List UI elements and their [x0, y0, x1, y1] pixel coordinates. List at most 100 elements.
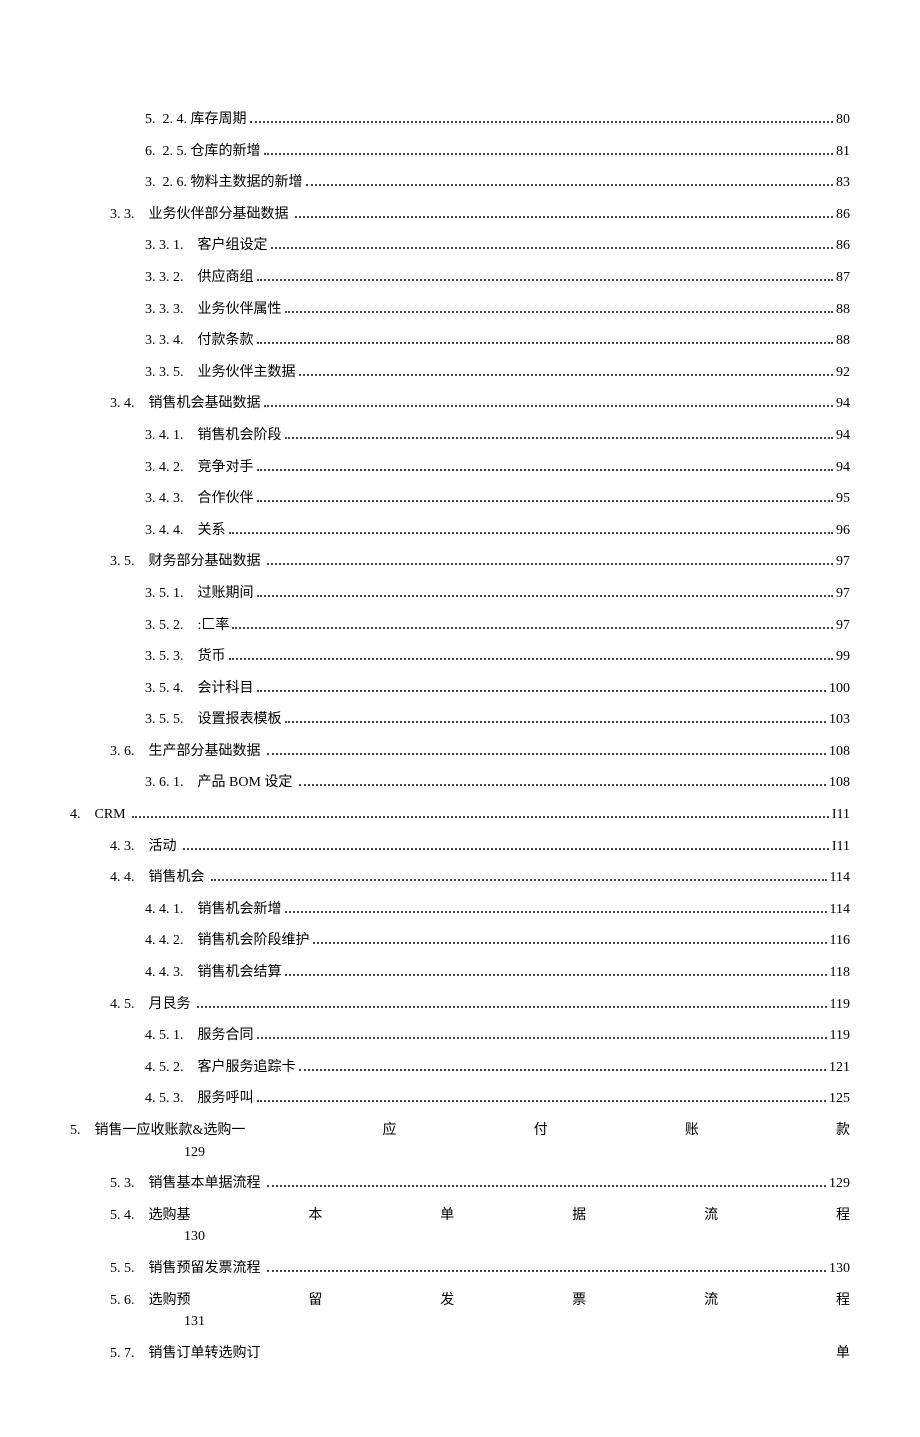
toc-page-number: 121	[829, 1058, 850, 1078]
toc-entry: 3. 3. 业务伙伴部分基础数据 86	[110, 205, 850, 225]
toc-page-number: 80	[836, 110, 850, 130]
toc-entry: 5. 3. 销售基本单据流程 129	[110, 1174, 850, 1194]
toc-entry-justified-line: 5. 销售一应收账款&选购一应付账款	[70, 1121, 850, 1141]
toc-entry-segment: 发	[440, 1291, 454, 1311]
toc-entry: 4. 4. 3. 销售机会结算118	[145, 963, 850, 983]
toc-dots	[232, 618, 833, 628]
toc-entry: 4. 5. 1. 服务合同 119	[145, 1026, 850, 1046]
toc-page-number: 81	[836, 142, 850, 162]
toc-entry-segment: 应	[383, 1121, 397, 1141]
toc-dots	[183, 839, 829, 849]
toc-page-number: 103	[829, 710, 850, 730]
toc-page-number: 119	[830, 1026, 850, 1046]
toc-entry-segment: 付	[534, 1121, 548, 1141]
toc-entry: 3. 3. 4. 付款条款88	[145, 331, 850, 351]
toc-entry: 3. 3. 5. 业务伙伴主数据92	[145, 363, 850, 383]
toc-entry: 4. 4. 1. 销售机会新增114	[145, 900, 850, 920]
toc-entry: 5. 2. 4. 库存周期 80	[145, 110, 850, 130]
toc-page-number: 96	[836, 521, 850, 541]
toc-entry-segment: 5. 7. 销售订单转选购订	[110, 1344, 261, 1364]
toc-entry-label: 4. 5. 1. 服务合同	[145, 1026, 254, 1046]
toc-dots	[132, 808, 829, 818]
toc-page-number: 129	[829, 1174, 850, 1194]
toc-entry-segment: 流	[704, 1291, 718, 1311]
toc-dots	[264, 144, 834, 154]
toc-dots	[257, 587, 834, 597]
toc-entry: 3. 5. 1. 过账期间97	[145, 584, 850, 604]
toc-entry-label: 4. 5. 3. 服务呼叫	[145, 1089, 254, 1109]
toc-page-number: 125	[829, 1089, 850, 1109]
toc-page-number: I11	[832, 837, 850, 857]
toc-entry-label: 3. 6. 生产部分基础数据	[110, 742, 264, 762]
toc-dots	[257, 1092, 827, 1102]
toc-page-number: 95	[836, 489, 850, 509]
toc-dots	[295, 207, 833, 217]
toc-page-number: 114	[830, 868, 850, 888]
toc-page-number: 100	[829, 679, 850, 699]
toc-page-number: 92	[836, 363, 850, 383]
toc-dots	[267, 555, 833, 565]
toc-dots	[229, 523, 834, 533]
toc-page-number: 108	[829, 773, 850, 793]
toc-entry: 3. 5. 4. 会计科目 100	[145, 679, 850, 699]
toc-dots	[250, 113, 834, 123]
toc-entry-continuation-number: 129	[184, 1143, 850, 1163]
toc-entry-segment: 票	[572, 1291, 586, 1311]
toc-entry: 4. 5. 3. 服务呼叫 125	[145, 1089, 850, 1109]
toc-entry-label: 3. 3. 业务伙伴部分基础数据	[110, 205, 292, 225]
toc-entry-label: 3. 5. 财务部分基础数据	[110, 552, 264, 572]
toc-dots	[271, 239, 834, 249]
toc-entry-justified-line: 5. 7. 销售订单转选购订 单	[110, 1344, 850, 1364]
toc-entry-segment: 流	[704, 1206, 718, 1226]
toc-entry: 3. 6. 1. 产品 BOM 设定 108	[145, 773, 850, 793]
toc-entry-segment: 据	[572, 1206, 586, 1226]
toc-dots	[267, 1262, 826, 1272]
toc-entry-segment: 程	[836, 1291, 850, 1311]
toc-entry-label: 4. 5. 2. 客户服务追踪卡	[145, 1058, 296, 1078]
toc-entry: 3. 5. 5. 设置报表模板103	[145, 710, 850, 730]
toc-dots	[313, 934, 827, 944]
toc-dots	[211, 871, 827, 881]
toc-entry: 3. 2. 6. 物料主数据的新增 83	[145, 173, 850, 193]
toc-dots	[299, 1060, 827, 1070]
toc-entry-continuation-number: 131	[184, 1312, 850, 1332]
toc-page-number: 83	[836, 173, 850, 193]
toc-page-number: 88	[836, 300, 850, 320]
toc-entry-label: 3. 5. 4. 会计科目	[145, 679, 254, 699]
toc-entry-segment: 5. 4. 选购基	[110, 1206, 191, 1226]
toc-entry-label: 4. 4. 销售机会	[110, 868, 208, 888]
toc-dots	[257, 681, 827, 691]
toc-entry-label: 3. 3. 1. 客户组设定	[145, 236, 268, 256]
toc-entry-segment: 单	[836, 1344, 850, 1364]
toc-entry: 3. 4. 4. 关系96	[145, 521, 850, 541]
toc-dots	[299, 365, 834, 375]
toc-dots	[257, 1029, 827, 1039]
toc-entry: 4. 4. 销售机会 114	[110, 868, 850, 888]
toc-dots	[257, 271, 834, 281]
toc-entry-label: 6. 2. 5. 仓库的新增	[145, 142, 261, 162]
toc-entry: 4. 5. 2. 客户服务追踪卡 121	[145, 1058, 850, 1078]
toc-entry-justified: 5. 4. 选购基本单据流程130	[70, 1206, 850, 1247]
toc-entry-label: 3. 4. 销售机会基础数据	[110, 394, 261, 414]
toc-entry-label: 4. 5. 月艮务	[110, 995, 194, 1015]
toc-entry-label: 3. 2. 6. 物料主数据的新增	[145, 173, 303, 193]
toc-entry-justified: 5. 销售一应收账款&选购一应付账款129	[70, 1121, 850, 1162]
toc-entry-justified-line: 5. 6. 选购预留发票流程	[110, 1291, 850, 1311]
toc-dots	[264, 397, 834, 407]
toc-entry-label: 5. 5. 销售预留发票流程	[110, 1259, 264, 1279]
toc-entry-label: 3. 3. 2. 供应商组	[145, 268, 254, 288]
toc-entry-segment: 5. 6. 选购预	[110, 1291, 191, 1311]
toc-entry-label: 5. 3. 销售基本单据流程	[110, 1174, 264, 1194]
toc-entry-segment: 程	[836, 1206, 850, 1226]
toc-page-number: 88	[836, 331, 850, 351]
toc-entry: 3. 3. 2. 供应商组87	[145, 268, 850, 288]
toc-entry: 3. 4. 销售机会基础数据94	[110, 394, 850, 414]
toc-page-number: 108	[829, 742, 850, 762]
toc-entry-label: 4. 4. 2. 销售机会阶段维护	[145, 931, 310, 951]
spacer	[70, 1363, 850, 1375]
toc-entry: 3. 3. 1. 客户组设定86	[145, 236, 850, 256]
toc-page-number: I11	[832, 805, 850, 825]
toc-entry: 3. 5. 3. 货币99	[145, 647, 850, 667]
toc-entry-label: 5. 2. 4. 库存周期	[145, 110, 247, 130]
toc-entry: 4. 5. 月艮务 119	[110, 995, 850, 1015]
